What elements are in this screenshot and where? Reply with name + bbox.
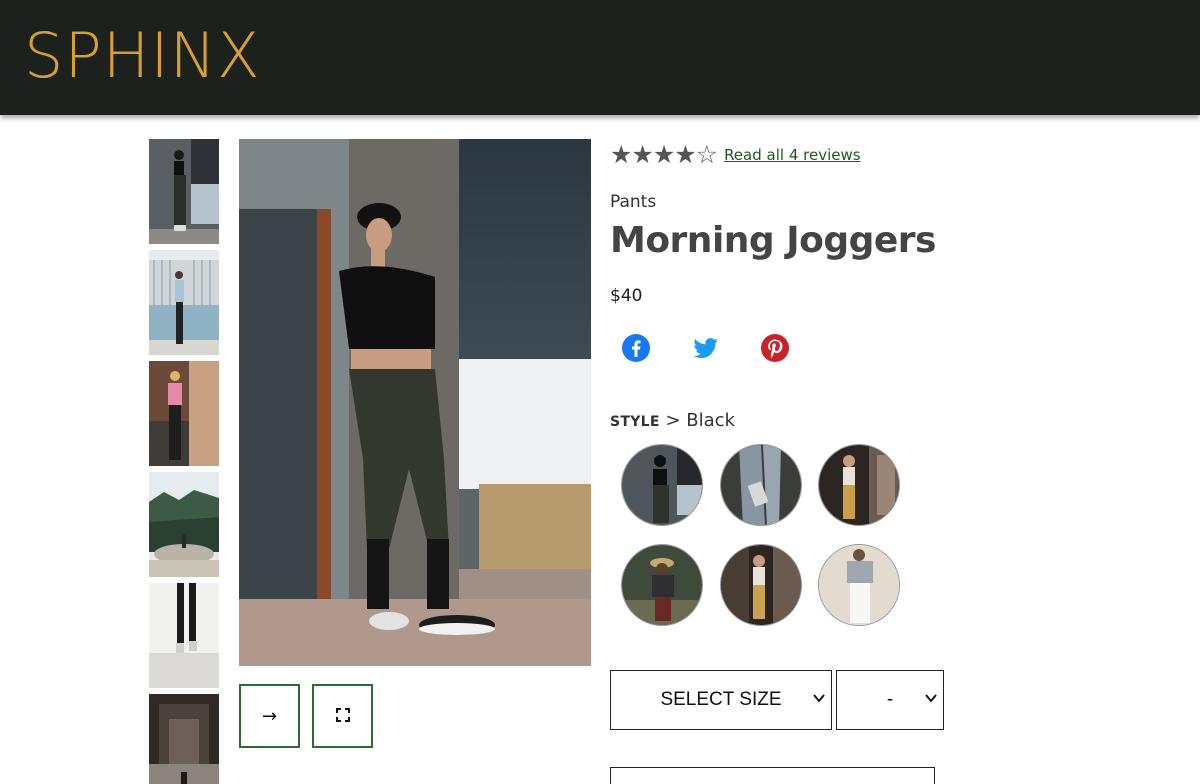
- twitter-icon[interactable]: [690, 333, 720, 363]
- size-select-label: SELECT SIZE: [660, 689, 782, 710]
- main-product-image[interactable]: [239, 139, 591, 666]
- thumbnail-4[interactable]: [149, 472, 219, 577]
- product-rating: ★★★★☆ Read all 4 reviews: [610, 142, 861, 168]
- thumbnail-3[interactable]: [149, 361, 219, 466]
- read-reviews-link[interactable]: Read all 4 reviews: [724, 146, 861, 164]
- thumbnail-5[interactable]: [149, 583, 219, 688]
- quantity-select[interactable]: -: [836, 670, 944, 730]
- style-swatch-burgundy[interactable]: [621, 544, 703, 626]
- expand-icon: [335, 706, 350, 727]
- quantity-select-label: -: [886, 689, 894, 710]
- pinterest-icon[interactable]: [760, 333, 790, 363]
- next-image-button[interactable]: →: [239, 684, 300, 748]
- thumbnail-6[interactable]: [149, 694, 219, 784]
- chevron-down-icon: [813, 691, 825, 707]
- arrow-right-icon: →: [261, 705, 278, 727]
- style-swatch-white[interactable]: [818, 544, 900, 626]
- selected-style: Black: [686, 410, 735, 431]
- add-to-bag-button[interactable]: [610, 767, 935, 784]
- product-category: Pants: [610, 192, 657, 212]
- style-swatch-black[interactable]: [621, 444, 703, 526]
- thumbnail-list: [149, 139, 219, 784]
- chevron-down-icon: [925, 691, 937, 707]
- thumbnail-1[interactable]: [149, 139, 219, 244]
- product-title: Morning Joggers: [610, 220, 936, 261]
- product-price: $40: [610, 286, 643, 306]
- brand-logo[interactable]: SPHINX: [24, 20, 261, 92]
- style-key: STYLE: [610, 414, 660, 430]
- thumbnail-2[interactable]: [149, 250, 219, 355]
- style-swatch-tan[interactable]: [720, 544, 802, 626]
- fullscreen-button[interactable]: [312, 684, 373, 748]
- star-rating-icons: ★★★★☆: [610, 140, 718, 169]
- facebook-icon[interactable]: [621, 333, 651, 363]
- size-select[interactable]: SELECT SIZE: [610, 670, 832, 730]
- site-header: SPHINX: [0, 0, 1200, 115]
- style-swatch-grey[interactable]: [720, 444, 802, 526]
- style-selection-label: STYLE > Black: [610, 410, 735, 431]
- style-swatch-mustard[interactable]: [818, 444, 900, 526]
- style-separator: >: [659, 410, 687, 431]
